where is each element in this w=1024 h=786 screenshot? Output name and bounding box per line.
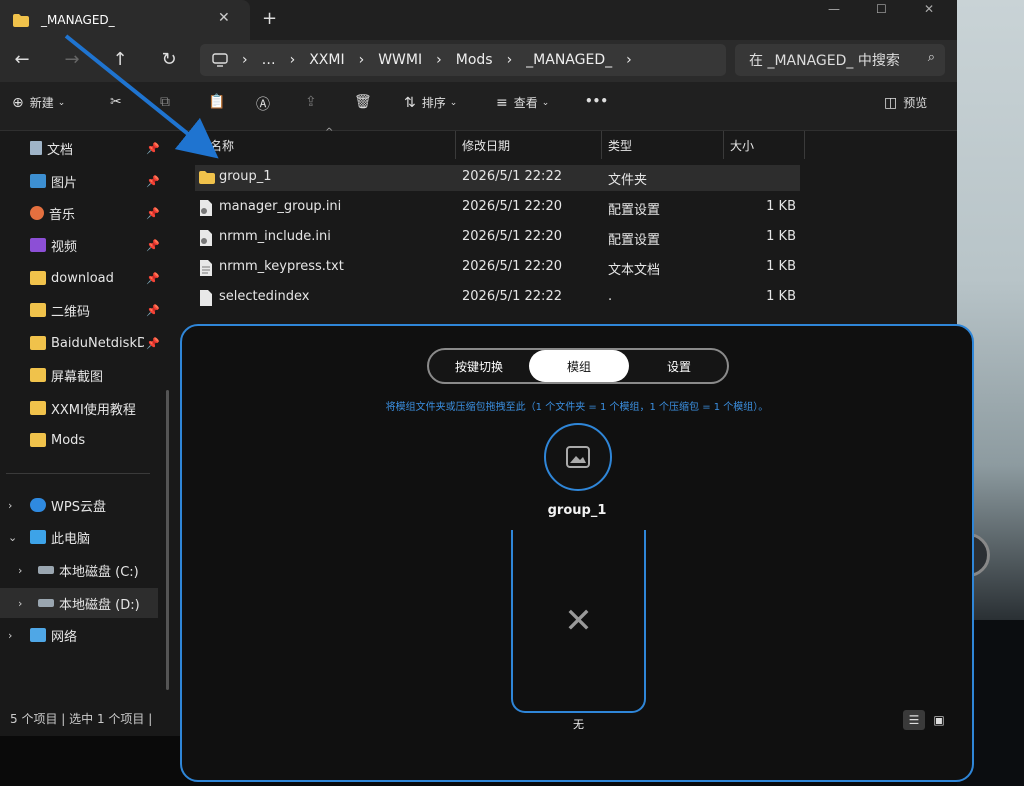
annotation-arrow bbox=[64, 34, 219, 159]
